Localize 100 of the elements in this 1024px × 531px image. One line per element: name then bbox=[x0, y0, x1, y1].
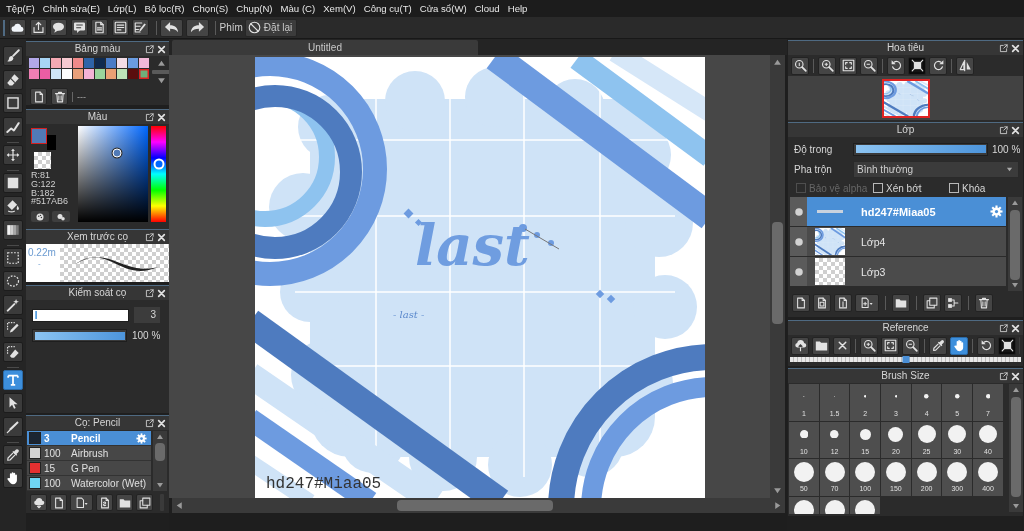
scrollbar[interactable] bbox=[153, 431, 167, 491]
color-swatch[interactable] bbox=[84, 58, 94, 68]
color-swatch[interactable] bbox=[29, 69, 39, 79]
color-swatch[interactable] bbox=[51, 58, 61, 68]
color-swatch[interactable] bbox=[40, 69, 50, 79]
visibility-dot-icon[interactable] bbox=[794, 267, 803, 276]
close-icon[interactable] bbox=[157, 288, 166, 298]
undo-button[interactable] bbox=[159, 18, 183, 37]
color-swatch[interactable] bbox=[117, 58, 127, 68]
popout-icon[interactable] bbox=[145, 418, 154, 428]
menu-item[interactable]: Cloud bbox=[470, 1, 504, 16]
color-swatch[interactable] bbox=[139, 58, 149, 68]
toolbar-button[interactable] bbox=[91, 19, 108, 36]
brush-item[interactable]: 100 Watercolor (Wet) bbox=[27, 476, 151, 491]
hue-slider[interactable] bbox=[151, 126, 166, 222]
scrollbar[interactable] bbox=[1008, 197, 1022, 291]
menu-item[interactable]: Màu (C) bbox=[276, 1, 320, 16]
layer-item[interactable]: Lớp3 bbox=[790, 257, 1006, 286]
popout-icon[interactable] bbox=[145, 44, 154, 54]
transparent-swatch[interactable] bbox=[34, 152, 51, 169]
close-icon[interactable] bbox=[157, 44, 166, 54]
merge-button[interactable] bbox=[944, 293, 962, 312]
script-brush-button[interactable] bbox=[96, 494, 113, 511]
color-swatch[interactable] bbox=[106, 69, 116, 79]
secondary-color-swatch[interactable] bbox=[47, 135, 56, 150]
color-picker-handle[interactable] bbox=[112, 148, 122, 158]
zoom-slider[interactable] bbox=[790, 357, 1021, 362]
new-brush-button[interactable] bbox=[50, 494, 67, 511]
brush-item[interactable]: 100 Airbrush bbox=[27, 446, 151, 461]
new-palette-button[interactable] bbox=[30, 88, 47, 105]
folder-button[interactable] bbox=[892, 293, 910, 312]
close-icon[interactable] bbox=[1011, 43, 1020, 53]
color-mode-button[interactable] bbox=[52, 211, 70, 222]
color-swatch[interactable] bbox=[62, 58, 72, 68]
menu-item[interactable]: Chụp(N) bbox=[232, 1, 277, 16]
add-layer-dropdown[interactable] bbox=[855, 293, 879, 312]
menu-item[interactable]: Chọn(S) bbox=[188, 1, 233, 16]
checkbox[interactable] bbox=[873, 183, 883, 193]
close-icon[interactable] bbox=[157, 112, 166, 122]
redo-button[interactable] bbox=[185, 18, 209, 37]
close-icon[interactable] bbox=[157, 232, 166, 242]
popout-icon[interactable] bbox=[999, 125, 1008, 135]
menu-item[interactable]: Bộ lọc(R) bbox=[140, 1, 189, 16]
brush-item[interactable]: 15 G Pen bbox=[27, 461, 151, 476]
add-brush-dropdown[interactable] bbox=[70, 494, 93, 511]
toolbar-button[interactable] bbox=[9, 19, 26, 36]
scrollbar-thumb[interactable] bbox=[152, 70, 169, 74]
color-swatch[interactable] bbox=[73, 69, 83, 79]
color-swatch[interactable] bbox=[95, 58, 105, 68]
toolbar-button[interactable] bbox=[70, 19, 88, 36]
color-swatch[interactable] bbox=[62, 69, 72, 79]
scrollbar-thumb[interactable] bbox=[397, 500, 553, 511]
close-icon[interactable] bbox=[157, 418, 166, 428]
blend-mode-dropdown[interactable]: Bình thường bbox=[853, 160, 1019, 178]
color-swatch[interactable] bbox=[139, 69, 149, 79]
close-icon[interactable] bbox=[1011, 125, 1020, 135]
toolbar-button[interactable] bbox=[132, 19, 149, 36]
toolbar-button[interactable] bbox=[111, 19, 129, 36]
color-swatch[interactable] bbox=[40, 58, 50, 68]
popout-icon[interactable] bbox=[999, 43, 1008, 53]
color-field[interactable] bbox=[78, 126, 148, 222]
menu-item[interactable]: Cửa sổ(W) bbox=[415, 1, 471, 16]
hue-slider-handle[interactable] bbox=[153, 159, 164, 170]
scrollbar-thumb[interactable] bbox=[1011, 397, 1021, 497]
new-layer-button[interactable] bbox=[813, 293, 831, 312]
close-icon[interactable] bbox=[1011, 371, 1020, 381]
brush-size-option[interactable] bbox=[850, 496, 881, 514]
color-swatch[interactable] bbox=[106, 58, 116, 68]
delete-button[interactable] bbox=[51, 88, 68, 105]
reset-button[interactable]: Đặt lại bbox=[244, 18, 298, 37]
scrollbar[interactable] bbox=[172, 498, 785, 513]
toolbar-button[interactable] bbox=[29, 19, 47, 36]
popout-icon[interactable] bbox=[999, 371, 1008, 381]
scrollbar-thumb[interactable] bbox=[772, 222, 783, 324]
popout-icon[interactable] bbox=[145, 288, 154, 298]
popout-icon[interactable] bbox=[145, 112, 154, 122]
brush-size-option[interactable] bbox=[819, 496, 850, 514]
duplicate-button[interactable] bbox=[923, 293, 941, 312]
menu-item[interactable]: Xem(V) bbox=[319, 1, 360, 16]
color-swatch[interactable] bbox=[128, 58, 138, 68]
slider-handle[interactable] bbox=[902, 356, 909, 363]
color-swatch[interactable] bbox=[73, 58, 83, 68]
color-swatch[interactable] bbox=[84, 69, 94, 79]
scrollbar-thumb[interactable] bbox=[155, 443, 165, 461]
color-swatch[interactable] bbox=[117, 69, 127, 79]
close-icon[interactable] bbox=[1011, 323, 1020, 333]
document-tab[interactable]: Untitled bbox=[172, 40, 478, 55]
menu-item[interactable]: Lớp(L) bbox=[103, 1, 141, 16]
folder-button[interactable] bbox=[116, 494, 133, 511]
brush-size-option[interactable] bbox=[789, 496, 819, 514]
popout-icon[interactable] bbox=[145, 232, 154, 242]
layer-item[interactable]: Lớp4 bbox=[790, 227, 1006, 256]
scrollbar[interactable] bbox=[1009, 384, 1023, 512]
new-layer-button[interactable] bbox=[834, 293, 852, 312]
navigator-preview[interactable] bbox=[881, 78, 930, 118]
menu-item[interactable]: Help bbox=[503, 1, 532, 16]
menu-item[interactable]: Tệp(F) bbox=[2, 1, 39, 16]
color-swatch[interactable] bbox=[95, 69, 105, 79]
delete-button[interactable] bbox=[975, 293, 993, 312]
color-swatch[interactable] bbox=[29, 58, 39, 68]
